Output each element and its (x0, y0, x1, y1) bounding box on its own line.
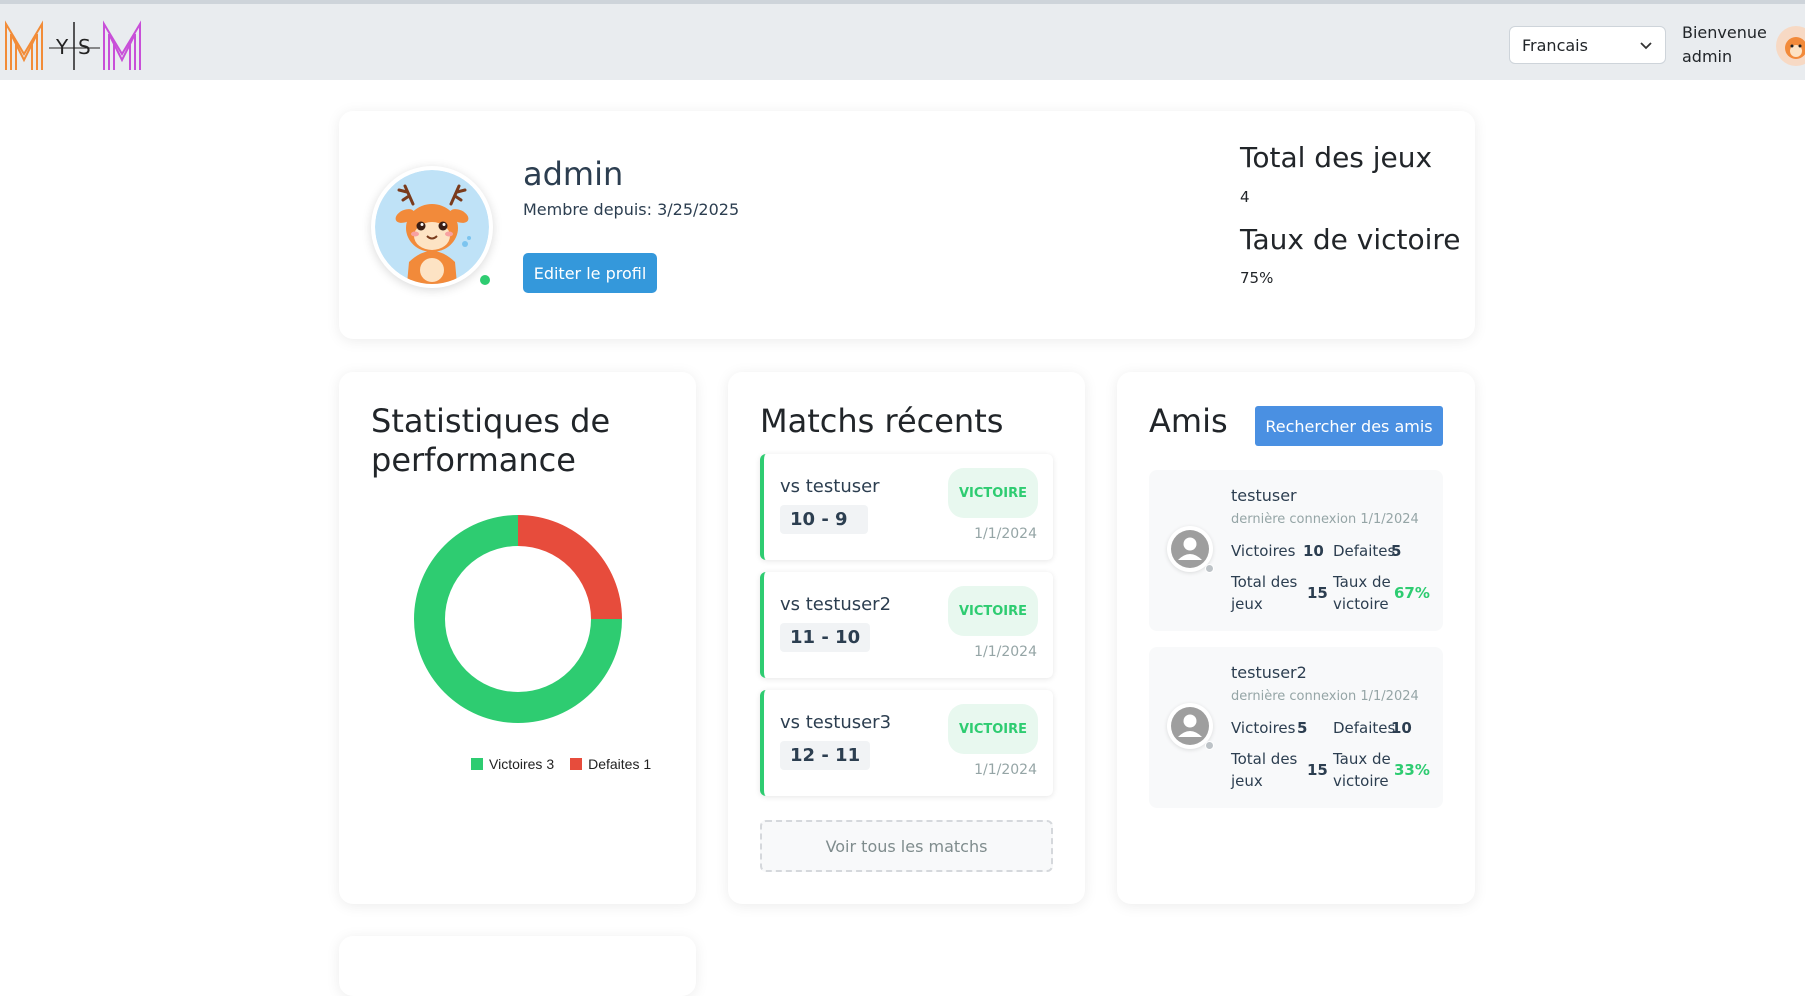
win-rate-label: Taux de victoire (1240, 223, 1461, 256)
win-rate-label: Taux de (1333, 750, 1391, 768)
user-placeholder-icon (1171, 707, 1209, 745)
match-score: 11 - 10 (780, 623, 871, 652)
match-date: 1/1/2024 (974, 762, 1037, 778)
chart-legend: Victoires 3 Defaites 1 (471, 756, 651, 772)
match-score: 10 - 9 (780, 505, 868, 534)
legend-item-losses[interactable]: Defaites 1 (570, 756, 651, 772)
losses-label: Defaites (1333, 542, 1396, 560)
search-friends-button[interactable]: Rechercher des amis (1255, 406, 1443, 446)
profile-username: admin (523, 155, 624, 193)
legend-item-wins[interactable]: Victoires 3 (471, 756, 554, 772)
welcome-text: Bienvenue admin (1682, 21, 1767, 69)
friends-title: Amis (1149, 402, 1228, 440)
win-rate-value: 75% (1240, 269, 1274, 287)
match-opponent: vs testuser2 (780, 594, 892, 615)
win-rate-value: 33% (1394, 761, 1430, 779)
deer-avatar-icon (375, 170, 489, 284)
legend-swatch-wins (471, 758, 483, 770)
legend-label-wins: Victoires 3 (489, 756, 555, 772)
offline-status-dot (1205, 741, 1214, 750)
match-item[interactable]: vs testuser3 12 - 11 VICTOIRE 1/1/2024 (760, 690, 1053, 796)
losses-value: 5 (1391, 542, 1402, 560)
recent-matches-title: Matchs récents (760, 402, 1004, 440)
friend-last-login: dernière connexion 1/1/2024 (1231, 512, 1419, 527)
language-select-value: Francais (1522, 35, 1588, 55)
user-placeholder-icon (1171, 530, 1209, 568)
total-games-label: Total des (1231, 573, 1298, 591)
match-item[interactable]: vs testuser2 11 - 10 VICTOIRE 1/1/2024 (760, 572, 1053, 678)
view-all-matches-button[interactable]: Voir tous les matchs (760, 820, 1053, 872)
member-since: Membre depuis: 3/25/2025 (523, 200, 740, 219)
friend-name: testuser (1231, 486, 1297, 505)
match-result-badge: VICTOIRE (948, 704, 1038, 754)
match-result-badge: VICTOIRE (948, 586, 1038, 636)
profile-card: admin Membre depuis: 3/25/2025 Editer le… (339, 111, 1475, 339)
friend-item[interactable]: testuser2 dernière connexion 1/1/2024 Vi… (1149, 647, 1443, 808)
legend-label-losses: Defaites 1 (588, 756, 652, 772)
losses-label: Defaites (1333, 719, 1396, 737)
friend-last-login: dernière connexion 1/1/2024 (1231, 689, 1419, 704)
additional-card (339, 936, 696, 996)
profile-avatar (371, 166, 493, 288)
donut-slice-losses[interactable] (518, 515, 622, 619)
match-item[interactable]: vs testuser 10 - 9 VICTOIRE 1/1/2024 (760, 454, 1053, 560)
svg-text:S: S (78, 35, 91, 59)
friend-name: testuser2 (1231, 663, 1307, 682)
losses-value: 10 (1391, 719, 1412, 737)
offline-status-dot (1205, 564, 1214, 573)
total-games-label: Total des jeux (1240, 141, 1433, 174)
total-games-value: 15 (1307, 761, 1328, 779)
performance-title: Statistiques de performance (371, 402, 611, 479)
win-loss-donut-chart (414, 515, 622, 723)
chevron-down-icon (1640, 42, 1652, 50)
match-date: 1/1/2024 (974, 526, 1037, 542)
total-games-label: Total des (1231, 750, 1298, 768)
match-opponent: vs testuser3 (780, 712, 892, 733)
wins-label: Victoires (1231, 542, 1296, 560)
welcome-username: admin (1682, 47, 1733, 66)
match-date: 1/1/2024 (974, 644, 1037, 660)
wins-label: Victoires (1231, 719, 1296, 737)
win-rate-label: Taux de (1333, 573, 1391, 591)
svg-text:Y: Y (55, 35, 69, 59)
total-games-value: 4 (1240, 188, 1250, 206)
recent-matches-card: Matchs récents vs testuser 10 - 9 VICTOI… (728, 372, 1085, 904)
win-rate-label-line2: victoire (1333, 772, 1389, 790)
welcome-line-1: Bienvenue (1682, 23, 1767, 42)
logo[interactable]: Y S (4, 20, 144, 72)
wins-value: 5 (1297, 719, 1308, 737)
legend-swatch-losses (570, 758, 583, 770)
friends-card: Amis Rechercher des amis testuser derniè… (1117, 372, 1475, 904)
match-result-badge: VICTOIRE (948, 468, 1038, 518)
top-navbar: Y S Francais Bienvenue admin (0, 0, 1805, 80)
deer-avatar-icon (1785, 37, 1805, 59)
match-score: 12 - 11 (780, 741, 871, 770)
performance-stats-card: Statistiques de performance Victoires 3 … (339, 372, 696, 904)
friend-item[interactable]: testuser dernière connexion 1/1/2024 Vic… (1149, 470, 1443, 631)
match-opponent: vs testuser (780, 476, 880, 497)
total-games-label-line2: jeux (1231, 772, 1263, 790)
total-games-label-line2: jeux (1231, 595, 1263, 613)
user-avatar-menu[interactable] (1776, 26, 1805, 66)
online-status-dot (480, 275, 490, 285)
win-rate-label-line2: victoire (1333, 595, 1389, 613)
total-games-value: 15 (1307, 584, 1328, 602)
edit-profile-button[interactable]: Editer le profil (523, 253, 657, 293)
language-select[interactable]: Francais (1509, 26, 1666, 64)
win-rate-value: 67% (1394, 584, 1430, 602)
wins-value: 10 (1303, 542, 1324, 560)
